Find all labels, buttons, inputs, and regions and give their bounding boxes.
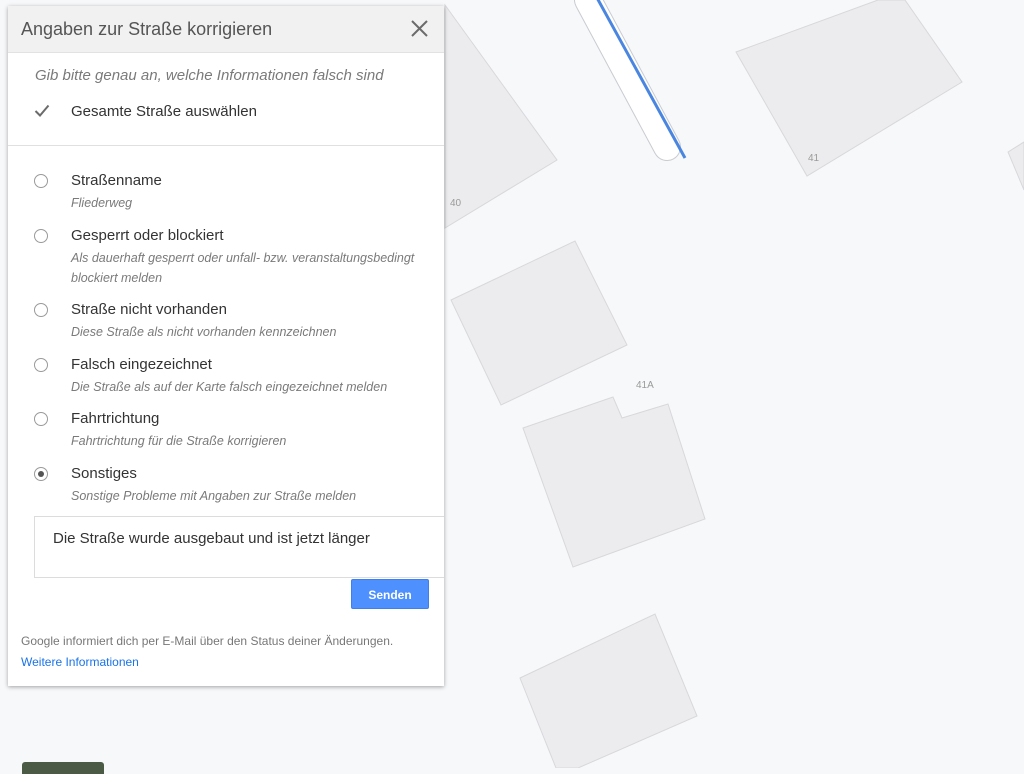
send-button[interactable]: Senden <box>351 579 429 609</box>
radio-button[interactable] <box>34 303 48 317</box>
layer-thumbnail[interactable] <box>22 762 104 774</box>
option-label: Fahrtrichtung <box>71 410 160 427</box>
radio-button[interactable] <box>34 412 48 426</box>
option-street-missing[interactable]: Straße nicht vorhanden Diese Straße als … <box>34 301 444 341</box>
option-label: Straßenname <box>71 172 162 189</box>
option-description: Die Straße als auf der Karte falsch eing… <box>71 380 388 394</box>
more-info-link[interactable]: Weitere Informationen <box>21 655 139 669</box>
option-label: Gesperrt oder blockiert <box>71 227 224 244</box>
radio-button-selected[interactable] <box>34 467 48 481</box>
radio-button[interactable] <box>34 358 48 372</box>
close-icon <box>411 20 428 37</box>
instruction-hint: Gib bitte genau an, welche Informationen… <box>35 67 384 84</box>
option-description: Sonstige Probleme mit Angaben zur Straße… <box>71 489 357 503</box>
option-label: Falsch eingezeichnet <box>71 356 212 373</box>
house-number: 41 <box>808 153 820 164</box>
select-entire-street-label: Gesamte Straße auswählen <box>71 103 257 120</box>
option-description: Fliederweg <box>71 196 133 210</box>
option-description: Als dauerhaft gesperrt oder unfall- bzw.… <box>71 251 415 285</box>
option-closed-blocked[interactable]: Gesperrt oder blockiert Als dauerhaft ge… <box>34 227 444 287</box>
option-description: Diese Straße als nicht vorhanden kennzei… <box>71 325 337 339</box>
panel-title: Angaben zur Straße korrigieren <box>21 19 273 39</box>
comment-textarea[interactable]: Die Straße wurde ausgebaut und ist jetzt… <box>34 516 444 578</box>
radio-button[interactable] <box>34 174 48 188</box>
divider <box>8 145 444 146</box>
option-description: Fahrtrichtung für die Straße korrigieren <box>71 434 287 448</box>
option-direction[interactable]: Fahrtrichtung Fahrtrichtung für die Stra… <box>34 410 444 450</box>
option-other[interactable]: Sonstiges Sonstige Probleme mit Angaben … <box>34 465 444 505</box>
option-label: Sonstiges <box>71 465 137 482</box>
checkmark-icon[interactable] <box>34 103 50 119</box>
select-entire-street[interactable]: Gesamte Straße auswählen <box>34 101 414 125</box>
house-number: 40 <box>450 198 462 209</box>
close-button[interactable] <box>406 15 434 43</box>
correction-panel: Angaben zur Straße korrigieren Gib bitte… <box>8 6 444 686</box>
radio-selected-dot <box>38 471 44 477</box>
radio-button[interactable] <box>34 229 48 243</box>
option-label: Straße nicht vorhanden <box>71 301 227 318</box>
panel-header: Angaben zur Straße korrigieren <box>8 6 444 53</box>
status-info-text: Google informiert dich per E-Mail über d… <box>21 634 394 648</box>
house-number: 41A <box>636 380 654 391</box>
comment-text: Die Straße wurde ausgebaut und ist jetzt… <box>53 530 370 547</box>
option-wrongly-drawn[interactable]: Falsch eingezeichnet Die Straße als auf … <box>34 356 444 396</box>
option-street-name[interactable]: Straßenname Fliederweg <box>34 172 444 212</box>
